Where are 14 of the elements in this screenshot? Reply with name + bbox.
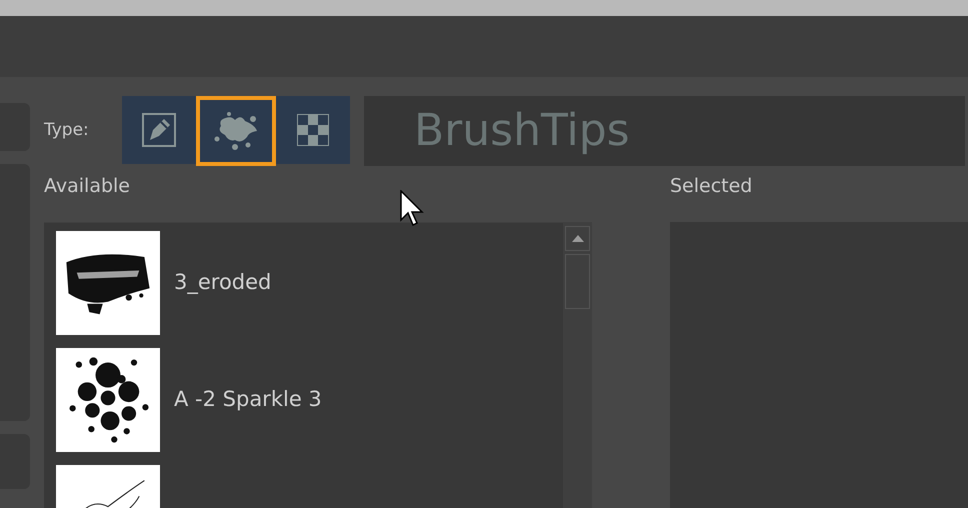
up-triangle-icon: [572, 235, 584, 242]
title-overlay: BrushTips: [364, 96, 965, 166]
available-label: Available: [44, 174, 132, 199]
brush-icon: [142, 113, 176, 147]
selected-label: Selected: [670, 174, 752, 199]
scroll-up-button[interactable]: [565, 226, 590, 251]
brush-tip-name[interactable]: 3_eroded: [174, 267, 272, 299]
brush-tip-name[interactable]: A -2 Sparkle 3: [174, 384, 322, 416]
type-label: Type:: [44, 119, 90, 142]
cursor-icon: [400, 190, 424, 228]
type-button[interactable]: [122, 96, 196, 164]
checkerboard-icon: [296, 113, 330, 147]
type-button[interactable]: [196, 96, 276, 166]
type-button[interactable]: [276, 96, 350, 164]
